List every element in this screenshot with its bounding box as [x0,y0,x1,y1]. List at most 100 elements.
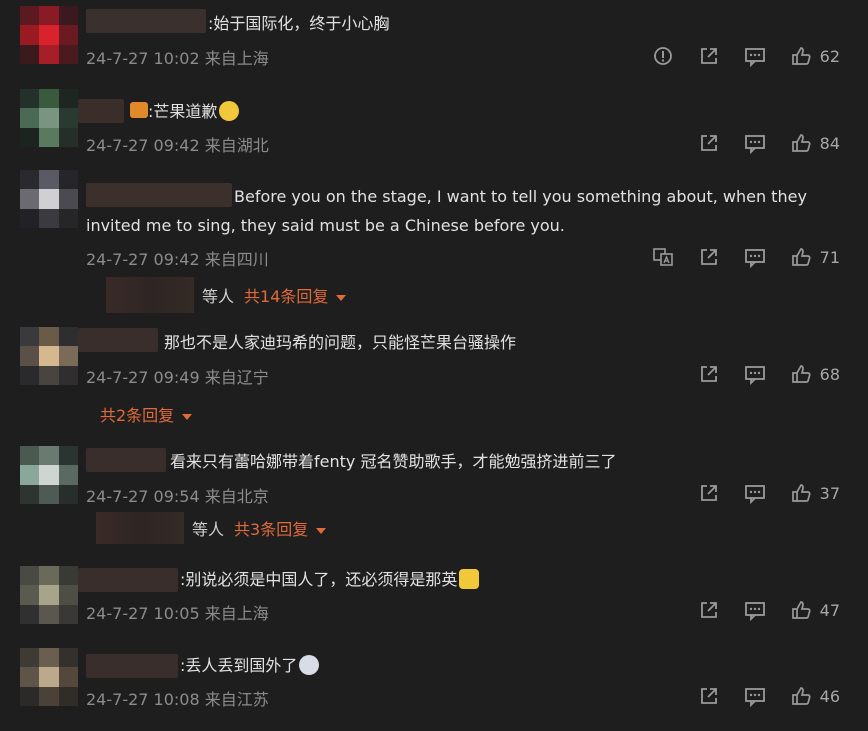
share-icon[interactable] [698,246,720,268]
avatar[interactable] [20,89,78,147]
comment-actions: 84 [674,131,840,155]
reply-avatars [106,277,194,313]
like-button[interactable]: 84 [790,132,840,154]
avatar[interactable] [20,327,78,385]
like-count: 47 [819,600,840,620]
avatar[interactable] [20,446,78,504]
comment-text: 那也不是人家迪玛希的问题，只能怪芒果台骚操作 [164,333,517,352]
like-count: 37 [819,483,840,503]
comment-meta: 24-7-27 09:49 来自辽宁 [86,368,269,387]
comment-icon[interactable] [744,246,766,268]
replies-who: 等人 [192,520,225,539]
comment-meta: 24-7-27 10:02 来自上海 [86,49,269,68]
comment-text: :丢人丢到国外了 [180,651,320,680]
comment-actions: 71 [628,245,840,269]
like-button[interactable]: 37 [790,482,840,504]
share-icon[interactable] [698,482,720,504]
comment-text-content: :丢人丢到国外了 [180,656,298,675]
comment-text: Before you on the stage, I want to tell … [86,182,836,240]
comment-text: 看来只有蕾哈娜带着fenty 冠名赞助歌手，才能勉强挤进前三了 [170,452,617,471]
comment-actions: 68 [674,362,840,386]
expand-replies-label: 共14条回复 [244,287,329,306]
expand-replies-link[interactable]: 共2条回复 [100,402,193,426]
comment-item: :始于国际化，终于小心胸 24-7-27 10:02 来自上海 62 [0,0,868,85]
like-icon [791,134,811,152]
comment-icon[interactable] [744,45,766,67]
comment-actions: 62 [628,44,840,68]
like-count: 68 [819,364,840,384]
username-blurred[interactable] [86,448,166,472]
avatar[interactable] [20,6,78,64]
comment-item: 看来只有蕾哈娜带着fenty 冠名赞助歌手，才能勉强挤进前三了 24-7-27 … [0,436,868,556]
username-blurred[interactable] [86,9,206,33]
comment-icon[interactable] [744,132,766,154]
avatar[interactable] [20,170,78,228]
comment-meta: 24-7-27 09:42 来自湖北 [86,136,269,155]
comment-text-content: Before you on the stage, I want to tell … [86,187,807,235]
comment-meta: 24-7-27 09:54 来自北京 [86,487,269,506]
like-button[interactable]: 68 [790,363,840,385]
share-icon[interactable] [698,685,720,707]
comment-meta: 24-7-27 10:08 来自江苏 [86,690,269,709]
username-blurred[interactable] [78,328,158,352]
cat-emoji-icon [459,569,480,589]
username-blurred[interactable] [86,654,178,678]
translate-icon[interactable] [652,246,674,268]
like-button[interactable]: 71 [790,246,840,268]
comment-meta: 24-7-27 10:05 来自上海 [86,604,269,623]
comment-actions: 37 [674,481,840,505]
expand-replies-link[interactable]: 共3条回复 [234,516,327,540]
like-icon [791,365,811,383]
username-blurred[interactable] [78,568,178,592]
like-icon [791,47,811,65]
avatar[interactable] [20,648,78,706]
replies-who: 等人 [202,287,235,306]
comment-actions: 47 [674,598,840,622]
comment-text: :别说必须是中国人了，还必须得是那英 [180,565,480,594]
replies-summary: 共2条回复 [100,402,193,426]
comment-actions: 46 [674,684,840,708]
share-icon[interactable] [698,45,720,67]
avatar[interactable] [20,566,78,624]
share-icon[interactable] [698,132,720,154]
comment-item: Before you on the stage, I want to tell … [0,170,868,318]
expand-replies-link[interactable]: 共14条回复 [244,283,347,307]
like-count: 71 [819,247,840,267]
share-icon[interactable] [698,599,720,621]
username-blurred[interactable] [78,99,124,123]
share-icon[interactable] [698,363,720,385]
expand-replies-label: 共2条回复 [100,406,175,425]
like-icon [791,601,811,619]
replies-summary: 等人 共3条回复 [96,512,327,544]
replies-summary: 等人 共14条回复 [106,277,347,313]
like-count: 62 [819,46,840,66]
comment-item: 那也不是人家迪玛希的问题，只能怪芒果台骚操作 24-7-27 09:49 来自辽… [0,318,868,436]
report-icon[interactable] [652,45,674,67]
comment-text-content: :芒果道歉 [148,102,218,121]
smile-emoji-icon [219,101,240,121]
comment-item: :芒果道歉 24-7-27 09:42 来自湖北 84 [0,85,868,173]
like-button[interactable]: 62 [790,45,840,67]
caret-down-icon [316,527,327,534]
comment-item: :丢人丢到国外了 24-7-27 10:08 来自江苏 46 [0,642,868,731]
comment-icon[interactable] [744,685,766,707]
like-button[interactable]: 47 [790,599,840,621]
reply-avatars [96,512,184,544]
comment-item: :别说必须是中国人了，还必须得是那英 24-7-27 10:05 来自上海 47 [0,556,868,642]
crown-icon [130,102,148,118]
expand-replies-label: 共3条回复 [234,520,309,539]
comment-text: :始于国际化，终于小心胸 [208,14,390,33]
comment-meta: 24-7-27 09:42 来自四川 [86,250,269,269]
like-count: 46 [819,686,840,706]
comment-icon[interactable] [744,599,766,621]
like-count: 84 [819,133,840,153]
like-button[interactable]: 46 [790,685,840,707]
comment-text: :芒果道歉 [148,97,240,126]
comment-icon[interactable] [744,482,766,504]
caret-down-icon [336,294,347,301]
crying-emoji-icon [299,655,320,675]
caret-down-icon [182,413,193,420]
like-icon [791,687,811,705]
comment-text-content: :别说必须是中国人了，还必须得是那英 [180,570,458,589]
comment-icon[interactable] [744,363,766,385]
